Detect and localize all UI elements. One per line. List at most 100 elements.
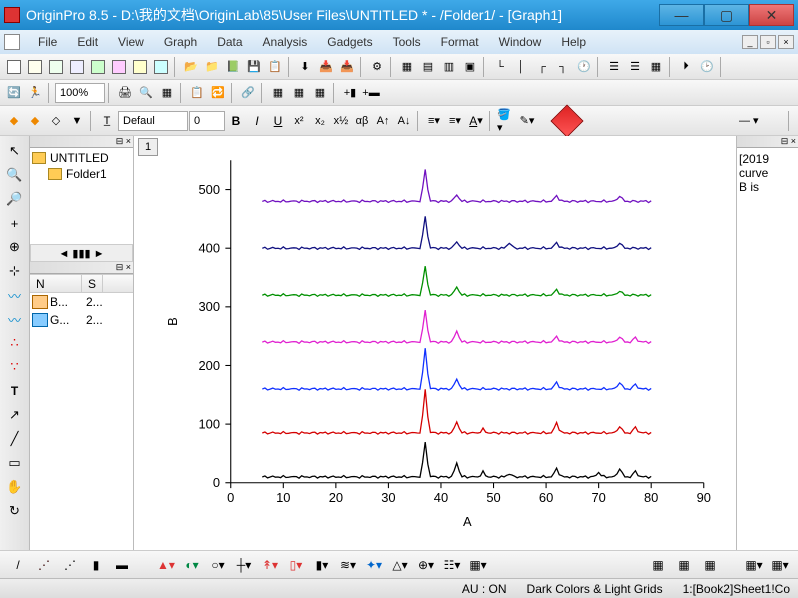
clock-button[interactable]: 🕑: [697, 57, 717, 77]
chart-plot[interactable]: 01020304050607080900100200300400500AB: [134, 136, 736, 550]
linescat-plot-button[interactable]: ⋰: [60, 555, 80, 575]
wave2-tool[interactable]: 〰: [4, 308, 26, 330]
listview-header-close[interactable]: ⊟ ×: [30, 262, 133, 274]
open-template-button[interactable]: 📁: [202, 57, 222, 77]
stock-plot-button[interactable]: ┼▾: [234, 555, 254, 575]
duplicate-button[interactable]: 📋: [187, 83, 207, 103]
save-button[interactable]: 💾: [244, 57, 264, 77]
pie-plot-button[interactable]: ◐▾: [182, 555, 202, 575]
rotate-tool[interactable]: ↻: [4, 500, 26, 522]
tree-folder1[interactable]: Folder1: [32, 166, 131, 182]
project-header-close[interactable]: ⊟ ×: [30, 136, 133, 148]
addrow-button[interactable]: +▬: [361, 83, 381, 103]
run-button[interactable]: 🏃: [25, 83, 45, 103]
export-button[interactable]: ▦: [157, 83, 177, 103]
list-col-name[interactable]: N: [30, 275, 82, 292]
import-multi-button[interactable]: 📥: [337, 57, 357, 77]
arrow-tool[interactable]: ↗: [4, 404, 26, 426]
wks2-button[interactable]: ▦: [289, 83, 309, 103]
template3-button[interactable]: ▦: [700, 555, 720, 575]
text-tool[interactable]: T: [4, 380, 26, 402]
extract-button[interactable]: ☰: [625, 57, 645, 77]
theme1-button[interactable]: ◆: [4, 111, 24, 131]
scatter-plot-button[interactable]: ⋰: [34, 555, 54, 575]
fillcolor-button[interactable]: 🪣▾: [496, 111, 516, 131]
mdi-restore-button[interactable]: ▫: [760, 35, 776, 49]
mdi-minimize-button[interactable]: _: [742, 35, 758, 49]
new-notes-button[interactable]: [130, 57, 150, 77]
wks3-button[interactable]: ▦: [310, 83, 330, 103]
menu-data[interactable]: Data: [207, 32, 252, 52]
textbox-icon[interactable]: T̲: [97, 111, 117, 131]
recalc-button[interactable]: 🔁: [208, 83, 228, 103]
align-button[interactable]: ≡▾: [424, 111, 444, 131]
import-wizard-button[interactable]: ⬇: [295, 57, 315, 77]
zoom-combo[interactable]: 100%: [55, 83, 105, 103]
fontsize-combo[interactable]: 0: [189, 111, 225, 131]
menu-tools[interactable]: Tools: [383, 32, 431, 52]
new-matrix-button[interactable]: [46, 57, 66, 77]
new-function-button[interactable]: [151, 57, 171, 77]
save-template-button[interactable]: 📋: [265, 57, 285, 77]
folder-tree[interactable]: UNTITLED Folder1: [30, 148, 133, 244]
menu-graph[interactable]: Graph: [154, 32, 207, 52]
menu-format[interactable]: Format: [431, 32, 489, 52]
theme2-button[interactable]: ◆: [25, 111, 45, 131]
tree-scrollbar[interactable]: ◄ ▮▮▮ ►: [30, 244, 133, 262]
menu-edit[interactable]: Edit: [67, 32, 108, 52]
batch-button[interactable]: ⚙: [367, 57, 387, 77]
region-tool[interactable]: ∵: [4, 356, 26, 378]
new-excel-button[interactable]: [88, 57, 108, 77]
import-ascii-button[interactable]: 📥: [316, 57, 336, 77]
link-button[interactable]: ▦: [646, 57, 666, 77]
superscript-button[interactable]: x²: [289, 111, 309, 131]
linestyle-combo[interactable]: — ▾: [735, 111, 785, 131]
waterfall-plot-button[interactable]: ≋▾: [338, 555, 358, 575]
candle-plot-button[interactable]: ▯▾: [286, 555, 306, 575]
vector-plot-button[interactable]: ↟▾: [260, 555, 280, 575]
datareader-tool[interactable]: ⊹: [4, 260, 26, 282]
underline-button[interactable]: U: [268, 111, 288, 131]
tree-root[interactable]: UNTITLED: [32, 150, 131, 166]
linecolor-button[interactable]: ✎▾: [517, 111, 537, 131]
ternary-plot-button[interactable]: △▾: [390, 555, 410, 575]
decrease-font-button[interactable]: A↓: [394, 111, 414, 131]
surf-plot-button[interactable]: ▦▾: [468, 555, 488, 575]
refresh-button[interactable]: 🔄: [4, 83, 24, 103]
open-excel-button[interactable]: 📗: [223, 57, 243, 77]
template2-button[interactable]: ▦: [674, 555, 694, 575]
line-plot-button[interactable]: /: [8, 555, 28, 575]
increase-font-button[interactable]: A↑: [373, 111, 393, 131]
reader-tool[interactable]: +: [4, 212, 26, 234]
font-combo[interactable]: Defaul: [118, 111, 188, 131]
layout2-button[interactable]: ▤: [418, 57, 438, 77]
menu-analysis[interactable]: Analysis: [253, 32, 318, 52]
mdi-close-button[interactable]: ×: [778, 35, 794, 49]
bar-plot-button[interactable]: ▬: [112, 555, 132, 575]
axis-top-button[interactable]: ┌: [532, 57, 552, 77]
smith-plot-button[interactable]: ⊕▾: [416, 555, 436, 575]
polar-plot-button[interactable]: ✦▾: [364, 555, 384, 575]
page-tab-1[interactable]: 1: [138, 138, 158, 156]
axis-time-button[interactable]: 🕐: [574, 57, 594, 77]
rect-tool[interactable]: ▭: [4, 452, 26, 474]
layout1-button[interactable]: ▦: [397, 57, 417, 77]
close-button[interactable]: ✕: [749, 4, 794, 26]
new-graph-button[interactable]: [67, 57, 87, 77]
subscript-button[interactable]: x₂: [310, 111, 330, 131]
hist-plot-button[interactable]: ☷▾: [442, 555, 462, 575]
new-project-button[interactable]: [4, 57, 24, 77]
new-layout-button[interactable]: [109, 57, 129, 77]
greek-button[interactable]: αβ: [352, 111, 372, 131]
zoomout-tool[interactable]: 🔎: [4, 188, 26, 210]
pointer-tool[interactable]: ↖: [4, 140, 26, 162]
open-button[interactable]: 📂: [181, 57, 201, 77]
list-row-book[interactable]: B...2...: [30, 293, 133, 311]
menu-file[interactable]: File: [28, 32, 67, 52]
speed-button[interactable]: ⏵: [676, 57, 696, 77]
template4-button[interactable]: ▦▾: [744, 555, 764, 575]
multi-plot-button[interactable]: ▮▾: [312, 555, 332, 575]
menu-window[interactable]: Window: [489, 32, 552, 52]
theme3-button[interactable]: ◇: [46, 111, 66, 131]
bubble-plot-button[interactable]: ○▾: [208, 555, 228, 575]
